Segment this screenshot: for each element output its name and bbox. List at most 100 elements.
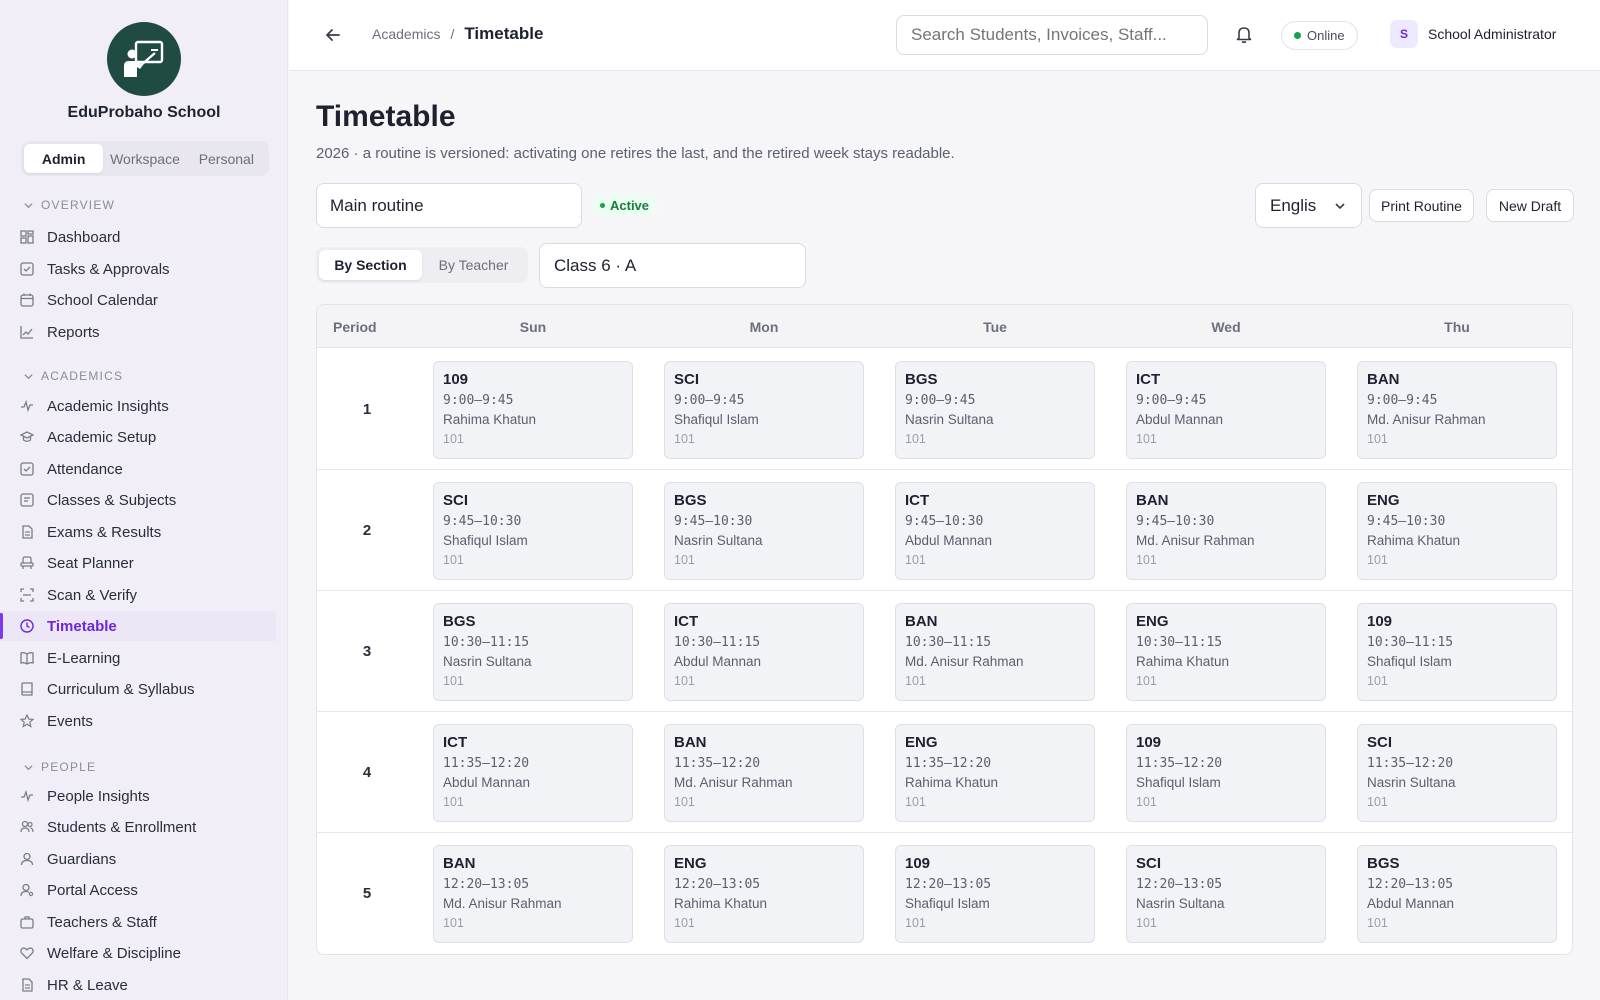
print-routine-button[interactable]: Print Routine [1369, 189, 1474, 222]
timetable-slot[interactable]: 109 11:35–12:20 Shafiqul Islam 101 [1126, 724, 1326, 822]
slot-time: 12:20–13:05 [674, 877, 761, 892]
seat-icon [20, 556, 34, 569]
sidebar-item-portal-access[interactable]: Portal Access [0, 875, 276, 905]
sidebar-item-timetable[interactable]: Timetable [0, 611, 276, 641]
class-section-select[interactable]: Class 6 · A [539, 243, 806, 288]
timetable-slot[interactable]: ENG 12:20–13:05 Rahima Khatun 101 [664, 845, 864, 943]
timetable-slot[interactable]: BGS 10:30–11:15 Nasrin Sultana 101 [433, 603, 633, 701]
briefcase-icon [20, 916, 34, 929]
slot-room: 101 [674, 432, 695, 446]
user-name: School Administrator [1428, 26, 1557, 42]
timetable-slot[interactable]: BGS 9:00–9:45 Nasrin Sultana 101 [895, 361, 1095, 459]
back-button[interactable] [323, 25, 343, 45]
role-admin[interactable]: Admin [24, 144, 104, 173]
timetable-slot[interactable]: ENG 10:30–11:15 Rahima Khatun 101 [1126, 603, 1326, 701]
timetable-slot[interactable]: 109 9:00–9:45 Rahima Khatun 101 [433, 361, 633, 459]
sidebar-item-attendance[interactable]: Attendance [0, 454, 276, 484]
sidebar-item-scan-verify[interactable]: Scan & Verify [0, 580, 276, 610]
sidebar-item-seat-planner[interactable]: Seat Planner [0, 548, 276, 578]
timetable-slot[interactable]: BGS 12:20–13:05 Abdul Mannan 101 [1357, 845, 1557, 943]
sidebar-item-welfare-discipline[interactable]: Welfare & Discipline [0, 938, 276, 968]
language-select[interactable]: Englis [1255, 183, 1362, 228]
sidebar-item-dashboard[interactable]: Dashboard [0, 222, 276, 252]
timetable-slot[interactable]: ENG 9:45–10:30 Rahima Khatun 101 [1357, 482, 1557, 580]
slot-teacher: Md. Anisur Rahman [1136, 533, 1255, 548]
timetable-slot[interactable]: BAN 12:20–13:05 Md. Anisur Rahman 101 [433, 845, 633, 943]
slot-time: 11:35–12:20 [443, 756, 530, 771]
tab-by-teacher[interactable]: By Teacher [422, 250, 525, 280]
timetable-slot[interactable]: SCI 9:00–9:45 Shafiqul Islam 101 [664, 361, 864, 459]
tab-by-section[interactable]: By Section [319, 250, 422, 280]
timetable-grid: Period Sun Mon Tue Wed Thu 1 109 9:00–9:45 Rahi… [316, 304, 1573, 955]
timetable-slot[interactable]: SCI 12:20–13:05 Nasrin Sultana 101 [1126, 845, 1326, 943]
sidebar-item-curriculum-syllabus[interactable]: Curriculum & Syllabus [0, 674, 276, 704]
sidebar-item-guardians[interactable]: Guardians [0, 844, 276, 874]
slot-room: 101 [905, 795, 926, 809]
breadcrumb-academics[interactable]: Academics [372, 26, 440, 42]
section-people[interactable]: PEOPLE [24, 760, 96, 774]
timetable-slot[interactable]: BGS 9:45–10:30 Nasrin Sultana 101 [664, 482, 864, 580]
timetable-slot[interactable]: BAN 10:30–11:15 Md. Anisur Rahman 101 [895, 603, 1095, 701]
slot-time: 11:35–12:20 [674, 756, 761, 771]
timetable-slot[interactable]: ICT 10:30–11:15 Abdul Mannan 101 [664, 603, 864, 701]
slot-subject: 109 [1367, 613, 1393, 630]
timetable-slot[interactable]: 109 12:20–13:05 Shafiqul Islam 101 [895, 845, 1095, 943]
timetable-slot[interactable]: ICT 9:00–9:45 Abdul Mannan 101 [1126, 361, 1326, 459]
routine-select[interactable]: Main routine [316, 183, 582, 228]
slot-subject: BAN [905, 613, 938, 630]
slot-subject: ENG [905, 734, 938, 751]
slot-teacher: Md. Anisur Rahman [1367, 412, 1486, 427]
book-icon [21, 682, 33, 696]
slot-room: 101 [443, 916, 464, 930]
slot-subject: BAN [443, 855, 476, 872]
sidebar-item-exams-results[interactable]: Exams & Results [0, 517, 276, 547]
timetable-slot[interactable]: SCI 11:35–12:20 Nasrin Sultana 101 [1357, 724, 1557, 822]
slot-teacher: Shafiqul Islam [1136, 775, 1221, 790]
slot-room: 101 [1367, 553, 1388, 567]
slot-subject: 109 [1136, 734, 1162, 751]
slot-time: 9:00–9:45 [1367, 393, 1438, 408]
sidebar-item-academic-setup[interactable]: Academic Setup [0, 422, 276, 452]
slot-teacher: Abdul Mannan [905, 533, 993, 548]
slot-subject: ICT [1136, 371, 1161, 388]
sidebar-item-label: People Insights [47, 787, 150, 805]
sidebar-item-school-calendar[interactable]: School Calendar [0, 285, 276, 315]
timetable-slot[interactable]: BAN 9:45–10:30 Md. Anisur Rahman 101 [1126, 482, 1326, 580]
timetable-slot[interactable]: ICT 9:45–10:30 Abdul Mannan 101 [895, 482, 1095, 580]
header-day-tue: Tue [983, 318, 1007, 335]
role-workspace[interactable]: Workspace [105, 144, 184, 173]
sidebar-item-people-insights[interactable]: People Insights [0, 781, 276, 811]
clock-icon [20, 619, 34, 633]
sidebar-item-academic-insights[interactable]: Academic Insights [0, 391, 276, 421]
slot-time: 11:35–12:20 [1367, 756, 1454, 771]
sidebar-item-tasks-approvals[interactable]: Tasks & Approvals [0, 254, 276, 284]
sidebar-item-e-learning[interactable]: E-Learning [0, 643, 276, 673]
timetable-slot[interactable]: BAN 9:00–9:45 Md. Anisur Rahman 101 [1357, 361, 1557, 459]
notifications-button[interactable] [1234, 24, 1254, 49]
new-draft-button[interactable]: New Draft [1486, 189, 1574, 222]
timetable-slot[interactable]: 109 10:30–11:15 Shafiqul Islam 101 [1357, 603, 1557, 701]
sidebar-item-classes-subjects[interactable]: Classes & Subjects [0, 485, 276, 515]
timetable-slot[interactable]: BAN 11:35–12:20 Md. Anisur Rahman 101 [664, 724, 864, 822]
section-academics[interactable]: ACADEMICS [24, 369, 123, 383]
table-row: 1 109 9:00–9:45 Rahima Khatun 101 SCI 9:00–9:4… [317, 349, 1572, 470]
sidebar-item-teachers-staff[interactable]: Teachers & Staff [0, 907, 276, 937]
section-label: PEOPLE [41, 760, 97, 774]
sidebar-item-events[interactable]: Events [0, 706, 276, 736]
timetable-slot[interactable]: SCI 9:45–10:30 Shafiqul Islam 101 [433, 482, 633, 580]
section-overview[interactable]: OVERVIEW [24, 198, 115, 212]
avatar: S [1390, 20, 1418, 48]
slot-teacher: Nasrin Sultana [443, 654, 532, 669]
language-value: Englis [1270, 195, 1317, 215]
timetable-slot[interactable]: ENG 11:35–12:20 Rahima Khatun 101 [895, 724, 1095, 822]
role-personal[interactable]: Personal [187, 144, 266, 173]
sidebar-item-reports[interactable]: Reports [0, 317, 276, 347]
timetable-slot[interactable]: ICT 11:35–12:20 Abdul Mannan 101 [433, 724, 633, 822]
sidebar-item-students-enrollment[interactable]: Students & Enrollment [0, 812, 276, 842]
slot-time: 12:20–13:05 [1136, 877, 1223, 892]
dashboard-icon [20, 230, 34, 244]
slot-room: 101 [1136, 916, 1157, 930]
user-menu[interactable]: S School Administrator [1390, 20, 1556, 48]
search-input[interactable] [896, 15, 1208, 55]
sidebar-item-hr-leave[interactable]: HR & Leave [0, 970, 276, 1000]
